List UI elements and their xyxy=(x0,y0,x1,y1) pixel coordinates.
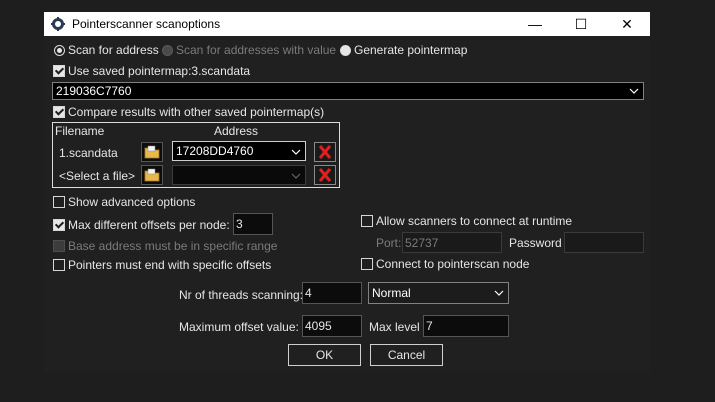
max-level-label: Max level xyxy=(369,320,420,334)
open-file-button[interactable] xyxy=(141,142,163,162)
delete-x-icon xyxy=(318,145,332,159)
chevron-down-icon xyxy=(629,88,639,94)
threads-input[interactable]: 4 xyxy=(302,282,362,304)
radio-generate-pointermap[interactable] xyxy=(340,45,351,56)
max-level-input[interactable]: 7 xyxy=(423,315,509,337)
radio-scan-for-address-label[interactable]: Scan for address xyxy=(68,43,159,57)
ok-button[interactable]: OK xyxy=(288,344,361,366)
saved-pointermap-address-combo[interactable]: 219036C7760 xyxy=(52,82,644,100)
use-saved-pointermap-label[interactable]: Use saved pointermap:3.scandata xyxy=(68,64,250,78)
compare-row-address-combo[interactable] xyxy=(172,165,306,185)
folder-icon xyxy=(144,168,160,182)
pointers-end-label[interactable]: Pointers must end with specific offsets xyxy=(68,258,271,272)
compare-results-checkbox[interactable] xyxy=(53,106,65,118)
cheat-engine-gear-icon xyxy=(51,17,65,31)
base-range-label[interactable]: Base address must be in specific range xyxy=(68,239,277,253)
thread-priority-combo[interactable]: Normal xyxy=(368,282,509,304)
radio-generate-pointermap-label[interactable]: Generate pointermap xyxy=(354,43,467,57)
close-button[interactable]: ✕ xyxy=(604,12,650,36)
allow-scanners-checkbox[interactable] xyxy=(361,215,373,227)
threads-label: Nr of threads scanning: xyxy=(179,288,304,302)
remove-row-button[interactable] xyxy=(314,142,336,162)
compare-row-address-value: 17208DD4760 xyxy=(176,144,254,158)
compare-row-filename[interactable]: 1.scandata xyxy=(59,146,118,160)
remove-row-button[interactable] xyxy=(314,165,336,185)
filename-header: Filename xyxy=(55,124,105,138)
port-label: Port: xyxy=(376,236,402,250)
show-advanced-checkbox[interactable] xyxy=(53,196,65,208)
compare-results-label[interactable]: Compare results with other saved pointer… xyxy=(68,105,324,119)
thread-priority-value: Normal xyxy=(372,286,411,300)
port-input[interactable]: 52737 xyxy=(402,232,502,253)
compare-row-address-combo[interactable]: 17208DD4760 xyxy=(172,141,306,161)
radio-scan-for-value[interactable] xyxy=(162,45,173,56)
chevron-down-icon xyxy=(494,290,504,296)
open-file-button[interactable] xyxy=(141,165,163,185)
title-bar[interactable]: Pointerscanner scanoptions — ☐ ✕ xyxy=(44,12,650,36)
connect-node-label[interactable]: Connect to pointerscan node xyxy=(376,257,529,271)
radio-scan-for-value-label[interactable]: Scan for addresses with value xyxy=(176,43,336,57)
cancel-button[interactable]: Cancel xyxy=(370,344,443,366)
radio-scan-for-address[interactable] xyxy=(54,45,65,56)
compare-row-filename[interactable]: <Select a file> xyxy=(59,169,135,183)
chevron-down-icon xyxy=(291,149,301,155)
base-range-checkbox[interactable] xyxy=(53,240,65,252)
saved-pointermap-address-value: 219036C7760 xyxy=(56,84,132,98)
max-offsets-label[interactable]: Max different offsets per node: xyxy=(68,218,230,232)
maximize-button[interactable]: ☐ xyxy=(558,12,604,36)
delete-x-icon xyxy=(318,168,332,182)
connect-node-checkbox[interactable] xyxy=(361,258,373,270)
max-offset-input[interactable]: 4095 xyxy=(302,315,362,337)
compare-pointermap-group: Filename Address 1.scandata 17208DD4760 … xyxy=(52,122,340,188)
password-input[interactable] xyxy=(564,232,644,253)
max-offsets-checkbox[interactable] xyxy=(53,219,65,231)
use-saved-pointermap-checkbox[interactable] xyxy=(53,65,65,77)
minimize-button[interactable]: — xyxy=(512,12,558,36)
max-offsets-input[interactable]: 3 xyxy=(233,213,273,235)
chevron-down-icon xyxy=(291,173,301,179)
max-offset-label: Maximum offset value: xyxy=(179,320,299,334)
password-label: Password xyxy=(509,236,562,250)
show-advanced-label[interactable]: Show advanced options xyxy=(68,195,195,209)
allow-scanners-label[interactable]: Allow scanners to connect at runtime xyxy=(376,214,572,228)
pointers-end-checkbox[interactable] xyxy=(53,259,65,271)
address-header: Address xyxy=(214,124,259,138)
folder-icon xyxy=(144,145,160,159)
window-title: Pointerscanner scanoptions xyxy=(72,17,221,31)
dialog-window: Pointerscanner scanoptions — ☐ ✕ Scan fo… xyxy=(44,12,650,372)
